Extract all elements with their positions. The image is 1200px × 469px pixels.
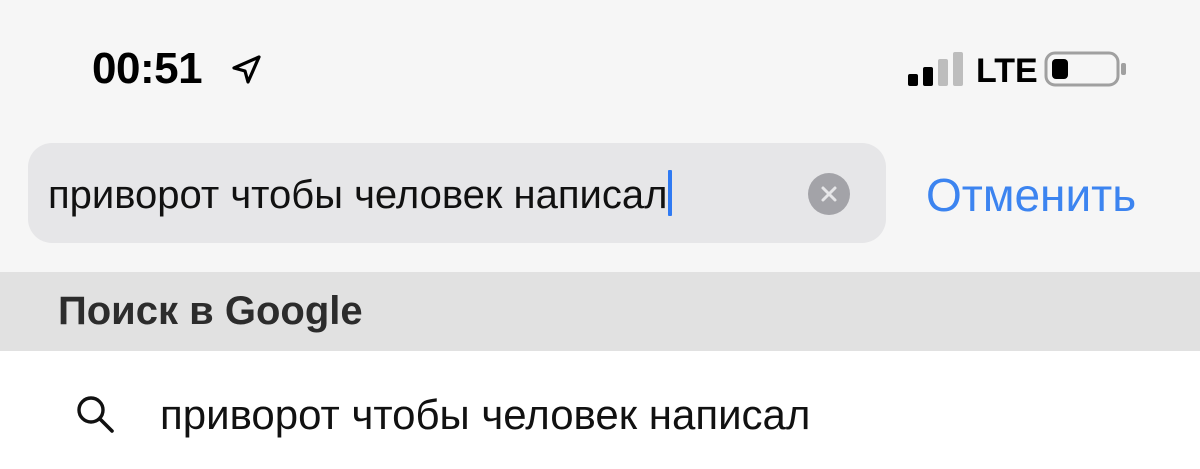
section-title: Поиск в Google: [58, 289, 363, 333]
status-bar: 00:51 LTE: [0, 0, 1200, 125]
suggestion-text: приворот чтобы человек написал: [160, 391, 811, 438]
clear-button[interactable]: [808, 173, 850, 215]
search-field[interactable]: приворот чтобы человек написал: [28, 143, 886, 243]
cancel-button[interactable]: Отменить: [926, 168, 1136, 222]
network-type: LTE: [976, 52, 1038, 90]
search-query-text: приворот чтобы человек написал: [48, 173, 668, 217]
battery-low-icon: [1044, 51, 1126, 87]
location-arrow-icon: [232, 55, 261, 84]
search-icon: [77, 396, 114, 433]
status-time: 00:51: [92, 44, 203, 93]
clear-icon: [821, 186, 837, 202]
search-input[interactable]: приворот чтобы человек написал: [48, 170, 673, 218]
text-caret: [668, 170, 673, 216]
suggestion-item[interactable]: приворот чтобы человек написал: [0, 351, 1200, 469]
cellular-signal-icon: [908, 52, 963, 86]
section-header: Поиск в Google: [0, 272, 1200, 351]
